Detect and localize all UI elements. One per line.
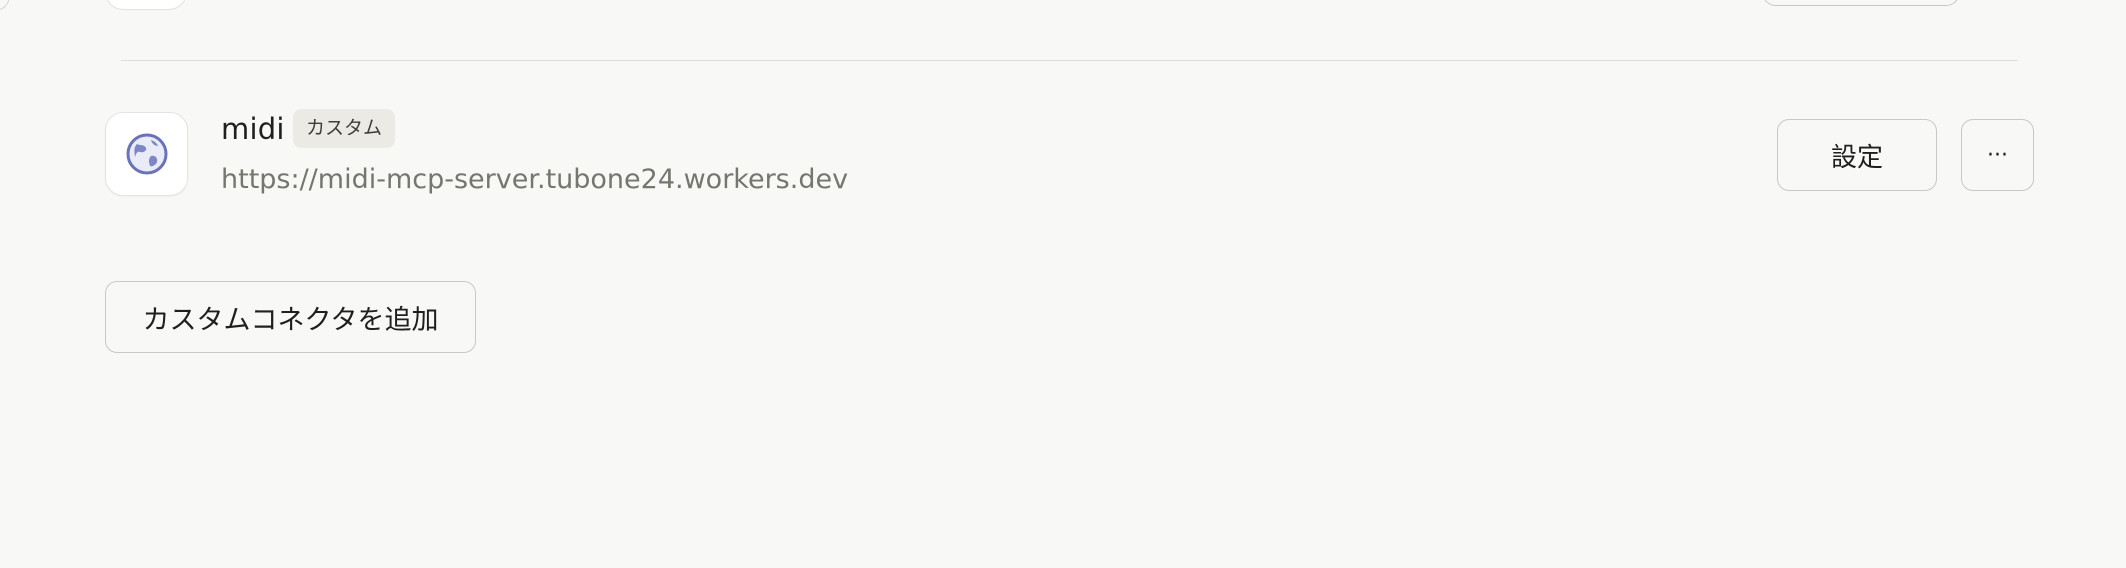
custom-badge: カスタム <box>293 109 396 148</box>
connector-icon-tile <box>105 112 188 196</box>
partial-element-left-edge <box>0 0 10 10</box>
add-custom-connector-button[interactable]: カスタムコネクタを追加 <box>105 281 476 353</box>
previous-connector-button[interactable] <box>1762 0 1960 6</box>
globe-icon <box>126 133 167 175</box>
settings-button[interactable]: 設定 <box>1777 119 1937 191</box>
more-options-button[interactable]: ··· <box>1961 119 2034 191</box>
divider <box>121 60 2018 61</box>
connector-row: midi カスタム https://midi-mcp-server.tubone… <box>105 109 2034 200</box>
connectors-settings-page: midi カスタム https://midi-mcp-server.tubone… <box>0 0 2126 568</box>
connector-name: midi <box>221 112 285 146</box>
previous-connector-icon <box>105 0 187 10</box>
connector-url: https://midi-mcp-server.tubone24.workers… <box>221 164 849 195</box>
